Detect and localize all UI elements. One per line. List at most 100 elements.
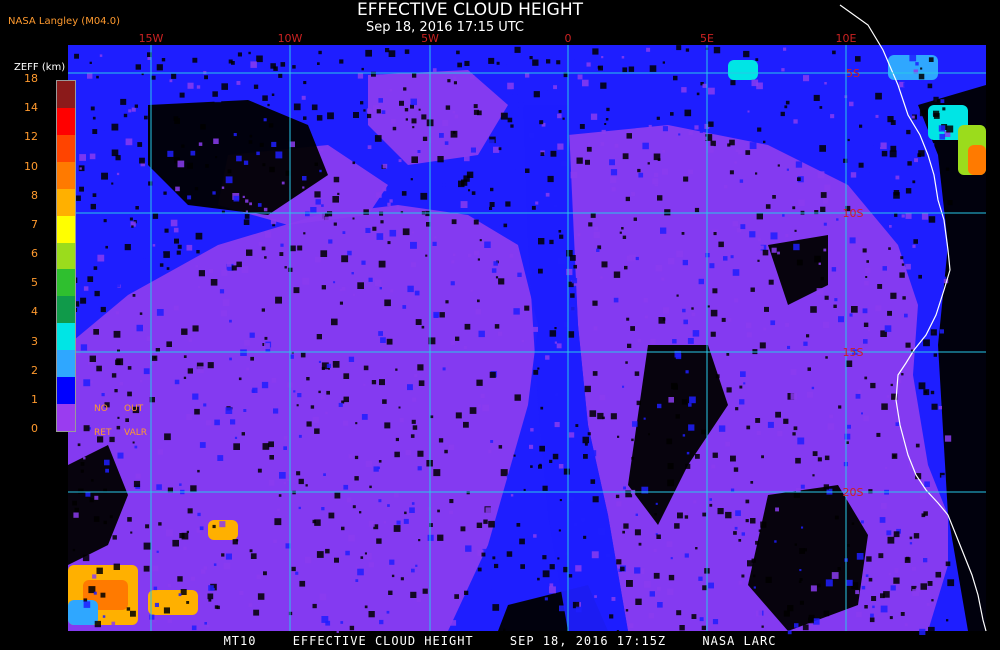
latitude-label: 10S — [843, 207, 864, 220]
cloud-speckle — [743, 382, 746, 385]
cloud-speckle — [582, 79, 589, 87]
cloud-speckle — [378, 98, 383, 103]
cloud-speckle — [293, 390, 296, 393]
cloud-speckle — [761, 455, 764, 459]
cloud-speckle — [767, 421, 774, 428]
cloud-speckle — [127, 391, 132, 397]
cloud-speckle — [547, 175, 554, 183]
cloud-speckle — [194, 187, 199, 191]
cloud-speckle — [812, 474, 815, 477]
cloud-speckle — [243, 409, 247, 412]
cloud-speckle — [625, 609, 629, 612]
cloud-speckle — [688, 130, 693, 135]
cloud-speckle — [620, 566, 625, 572]
cloud-speckle — [173, 305, 179, 311]
cloud-speckle — [444, 56, 449, 61]
cloud-height-map[interactable]: 15W 10W 5W 0 5E 10E 5S 10S 15S 20S — [68, 4, 987, 635]
cloud-speckle — [445, 105, 451, 110]
cloud-speckle — [427, 506, 432, 511]
cloud-speckle — [490, 440, 494, 443]
latitude-label: 5S — [846, 67, 860, 80]
cloud-speckle — [463, 345, 467, 350]
cloud-speckle — [577, 233, 581, 237]
cloud-speckle — [568, 432, 575, 438]
cloud-speckle — [220, 310, 228, 317]
cloud-speckle — [561, 161, 567, 167]
cloud-speckle — [232, 539, 238, 545]
cloud-speckle — [670, 112, 674, 116]
cloud-speckle — [421, 114, 427, 120]
cloud-speckle — [799, 569, 802, 572]
cloud-speckle — [96, 75, 99, 79]
cloud-speckle — [152, 244, 156, 247]
cloud-speckle — [286, 478, 289, 481]
cloud-speckle — [467, 253, 472, 258]
cloud-speckle — [843, 158, 848, 163]
cloud-speckle — [675, 414, 680, 419]
cloud-speckle — [513, 308, 520, 315]
cloud-speckle — [688, 169, 693, 175]
cloud-speckle — [799, 548, 805, 554]
cloud-speckle — [919, 345, 923, 348]
cloud-speckle — [72, 548, 76, 552]
cloud-speckle — [554, 101, 558, 104]
cloud-speckle — [824, 455, 830, 461]
footer-agency: NASA LARC — [702, 634, 777, 648]
cloud-speckle — [156, 484, 162, 490]
cloud-speckle — [755, 418, 761, 423]
cloud-speckle — [613, 271, 621, 278]
cloud-speckle — [198, 142, 203, 146]
cloud-speckle — [593, 326, 598, 331]
cloud-speckle — [287, 470, 292, 474]
cloud-speckle — [156, 309, 164, 316]
cloud-speckle — [694, 207, 700, 213]
cloud-speckle — [576, 157, 583, 164]
cloud-speckle — [149, 397, 155, 403]
cloud-speckle — [512, 166, 516, 170]
cloud-speckle — [530, 465, 533, 468]
cloud-speckle — [616, 501, 622, 507]
cloud-speckle — [482, 404, 489, 412]
cloud-speckle — [554, 341, 557, 344]
cloud-speckle — [113, 330, 121, 338]
cloud-speckle — [706, 145, 714, 153]
cloud-speckle — [909, 536, 913, 540]
cloud-speckle — [534, 562, 541, 569]
cloud-speckle — [869, 617, 875, 623]
cloud-speckle — [540, 406, 544, 410]
cloud-speckle — [396, 520, 401, 525]
cloud-speckle — [314, 191, 321, 198]
cloud-speckle — [574, 59, 580, 64]
cloud-speckle — [604, 123, 607, 125]
cloud-speckle — [554, 204, 558, 208]
cloud-speckle — [662, 318, 666, 321]
cloud-speckle — [738, 539, 742, 542]
cloud-speckle — [880, 503, 887, 509]
cloud-speckle — [823, 610, 830, 617]
cloud-speckle — [822, 321, 830, 329]
cloud-speckle — [89, 61, 92, 64]
cloud-speckle — [740, 371, 746, 377]
cloud-speckle — [198, 270, 205, 277]
cloud-speckle — [869, 172, 873, 176]
cloud-speckle — [457, 62, 462, 68]
cloud-speckle — [730, 488, 735, 492]
cloud-speckle — [495, 574, 502, 582]
cloud-speckle — [418, 380, 425, 386]
cloud-speckle — [535, 201, 539, 205]
cloud-speckle — [810, 306, 817, 313]
cloud-speckle — [399, 418, 404, 423]
cloud-speckle — [238, 377, 242, 381]
cloud-speckle — [157, 188, 164, 194]
cloud-speckle — [496, 61, 500, 65]
cloud-speckle — [316, 334, 322, 340]
cloud-speckle — [213, 563, 217, 566]
cloud-speckle — [402, 228, 410, 236]
cloud-speckle — [171, 73, 177, 79]
cloud-speckle — [712, 288, 718, 294]
cloud-speckle — [845, 360, 853, 367]
cloud-speckle — [119, 382, 124, 386]
cloud-speckle — [80, 469, 84, 473]
cloud-speckle — [650, 338, 656, 345]
cloud-speckle — [540, 152, 545, 156]
